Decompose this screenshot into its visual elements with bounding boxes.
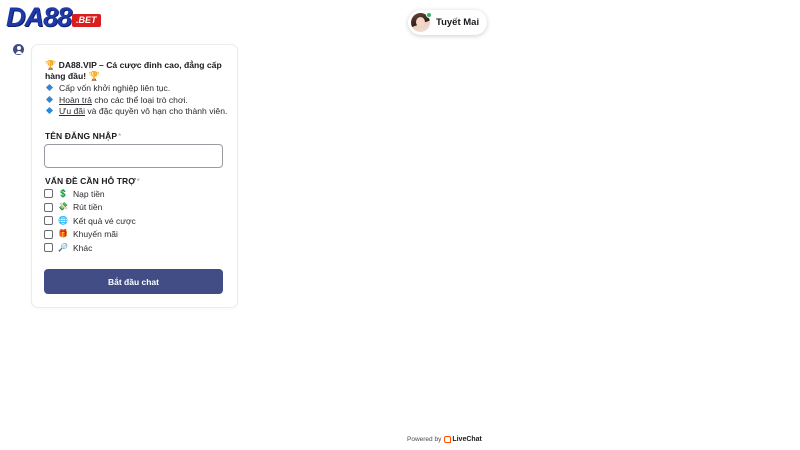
- issue-options: 💲 Nạp tiền 💸 Rút tiền 🌐 Kết quả vé cược …: [44, 187, 136, 255]
- option-label: Nạp tiền: [73, 188, 105, 199]
- online-status-dot: [426, 12, 432, 18]
- list-item: Ưu đãi và đặc quyền vô hạn cho thành viê…: [45, 106, 231, 118]
- powered-by-text: Powered by: [407, 436, 442, 443]
- checkbox[interactable]: [44, 216, 53, 226]
- start-chat-button[interactable]: Bắt đầu chat: [44, 269, 223, 294]
- logo-tld: .BET: [72, 14, 101, 27]
- money-withdraw-icon: 💸: [58, 202, 68, 212]
- option-other[interactable]: 🔎 Khác: [44, 241, 136, 255]
- livechat-icon: [444, 436, 452, 443]
- brand-logo[interactable]: DA88 .BET: [6, 4, 101, 31]
- option-deposit[interactable]: 💲 Nạp tiền: [44, 187, 136, 201]
- agent-avatar: [411, 12, 432, 32]
- list-item: Hoàn trả cho các thể loại trò chơi.: [45, 95, 231, 107]
- list-item: Cấp vốn khởi nghiệp liên tục.: [45, 83, 231, 95]
- agent-name: Tuyết Mai: [436, 17, 480, 28]
- logo-text: DA88: [6, 2, 72, 32]
- option-bet-results[interactable]: 🌐 Kết quả vé cược: [44, 214, 136, 228]
- chat-page: DA88 .BET Tuyết Mai 🏆 DA88.VIP – Cá cược…: [0, 0, 800, 450]
- powered-by-footer: Powered by LiveChat: [407, 436, 482, 443]
- diamond-bullet-icon: [45, 83, 54, 92]
- issue-label: VẤN ĐỀ CẦN HỖ TRỢ*: [45, 176, 140, 186]
- trophy-icon: 🏆: [88, 71, 100, 81]
- livechat-logo[interactable]: LiveChat: [444, 436, 482, 443]
- option-label: Rút tiền: [73, 202, 103, 213]
- dollar-icon: 💲: [58, 188, 68, 198]
- checkbox[interactable]: [44, 229, 53, 239]
- intro-title: 🏆 DA88.VIP – Cá cược đỉnh cao, đẳng cấp …: [45, 60, 222, 81]
- option-label: Khuyến mãi: [73, 229, 118, 240]
- intro-message: 🏆 DA88.VIP – Cá cược đỉnh cao, đẳng cấp …: [45, 60, 231, 118]
- option-label: Khác: [73, 242, 93, 253]
- globe-icon: 🌐: [58, 215, 68, 225]
- checkbox[interactable]: [44, 189, 53, 199]
- prechat-form-card: 🏆 DA88.VIP – Cá cược đỉnh cao, đẳng cấp …: [31, 44, 238, 308]
- gift-icon: 🎁: [58, 229, 68, 239]
- checkbox[interactable]: [44, 202, 53, 212]
- trophy-icon: 🏆: [45, 60, 57, 70]
- diamond-bullet-icon: [45, 95, 54, 103]
- checkbox[interactable]: [44, 243, 53, 253]
- agent-pill[interactable]: Tuyết Mai: [408, 10, 488, 35]
- option-withdraw[interactable]: 💸 Rút tiền: [44, 201, 136, 215]
- option-label: Kết quả vé cược: [73, 215, 136, 226]
- intro-bullets: Cấp vốn khởi nghiệp liên tục. Hoàn trả c…: [45, 83, 231, 118]
- username-input[interactable]: [44, 144, 223, 168]
- magnifier-icon: 🔎: [58, 242, 68, 252]
- option-promotions[interactable]: 🎁 Khuyến mãi: [44, 228, 136, 242]
- username-label: TÊN ĐĂNG NHẬP*: [45, 131, 122, 141]
- diamond-bullet-icon: [45, 106, 54, 115]
- user-avatar-icon: [13, 44, 24, 55]
